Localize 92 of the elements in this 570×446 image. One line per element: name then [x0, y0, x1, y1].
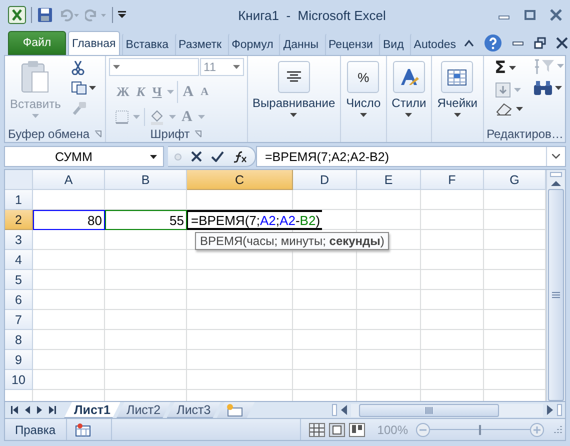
column-header[interactable]: G: [484, 170, 546, 190]
split-handle-icon[interactable]: [332, 404, 337, 416]
fill-bucket-icon[interactable]: [148, 109, 165, 125]
close-icon[interactable]: [550, 9, 562, 21]
zoom-slider[interactable]: [430, 424, 530, 434]
save-icon[interactable]: [37, 7, 53, 23]
copy-icon[interactable]: [70, 81, 87, 95]
close-icon[interactable]: [556, 36, 568, 48]
customize-menu-icon[interactable]: [118, 11, 126, 19]
autosum-button[interactable]: Σ: [494, 58, 506, 78]
caret-icon[interactable]: [405, 113, 412, 117]
cell-editor[interactable]: =ВРЕМЯ(7;A2;A2-B2): [187, 210, 322, 230]
binoculars-icon[interactable]: [532, 80, 552, 96]
row-header[interactable]: 7: [5, 310, 33, 330]
restore-icon[interactable]: [534, 36, 546, 48]
page-break-view-icon[interactable]: [349, 422, 366, 436]
align-button[interactable]: Выравнивание: [250, 59, 338, 119]
split-handle-icon[interactable]: [557, 404, 562, 416]
eraser-icon[interactable]: [494, 102, 512, 116]
scrollbar-thumb[interactable]: [548, 189, 564, 401]
table-cells-icon[interactable]: [447, 67, 468, 87]
fill-down-icon[interactable]: [494, 82, 510, 98]
record-macro-icon[interactable]: [74, 422, 91, 436]
group-label: Редактиров…: [486, 126, 564, 140]
page-layout-view-icon[interactable]: [329, 422, 346, 436]
column-header[interactable]: C: [187, 170, 293, 190]
sheet-tab[interactable]: Лист2: [116, 402, 171, 418]
expand-icon[interactable]: [552, 154, 560, 159]
row-header[interactable]: 9: [5, 350, 33, 370]
caret-icon[interactable]: [554, 86, 562, 90]
status-mode: Правка: [15, 422, 56, 436]
column-header[interactable]: B: [105, 170, 187, 190]
dot-handle-icon[interactable]: [174, 152, 182, 160]
scroll-up-icon[interactable]: [551, 180, 561, 186]
align-center-icon[interactable]: [286, 71, 301, 83]
insert-function-icon[interactable]: [233, 150, 247, 162]
group-label: Шрифт: [150, 127, 190, 141]
window-title: Книга1 - Microsoft Excel: [237, 8, 387, 22]
first-sheet-icon[interactable]: [11, 406, 18, 414]
previous-sheet-icon[interactable]: [25, 406, 30, 414]
group-label: Буфер обмена: [8, 126, 90, 140]
clipboard-icon[interactable]: [20, 60, 50, 94]
name-box[interactable]: СУММ: [4, 146, 164, 167]
styles-button[interactable]: Стили: [390, 59, 428, 119]
column-header[interactable]: E: [357, 170, 421, 190]
row-header[interactable]: 8: [5, 330, 33, 350]
row-header[interactable]: 3: [5, 230, 33, 250]
row-header[interactable]: 6: [5, 290, 33, 310]
row-header[interactable]: 4: [5, 250, 33, 270]
caret-icon[interactable]: [509, 66, 516, 70]
table-cell: 55: [105, 210, 187, 230]
ribbon-tab[interactable]: Главная: [68, 31, 120, 55]
sheet-tab[interactable]: Лист1: [64, 402, 120, 418]
borders-icon[interactable]: [114, 110, 129, 124]
brush-letter-icon[interactable]: [398, 67, 419, 87]
normal-view-icon[interactable]: [309, 422, 326, 436]
file-tab[interactable]: Файл: [8, 31, 66, 55]
row-header[interactable]: 1: [5, 190, 33, 210]
collapse-ribbon-icon[interactable]: [464, 38, 474, 46]
row-header[interactable]: 10: [5, 370, 33, 390]
sheet-tab[interactable]: Лист3: [166, 402, 221, 418]
help-icon[interactable]: [484, 34, 502, 52]
cancel-icon[interactable]: [191, 151, 202, 162]
number-button[interactable]: % Число: [344, 59, 383, 119]
enter-check-icon[interactable]: [211, 151, 224, 162]
scroll-left-icon[interactable]: [341, 405, 347, 415]
caret-icon[interactable]: [454, 113, 461, 117]
function-tooltip: ВРЕМЯ(часы; минуты; секунды): [195, 232, 390, 250]
caret-icon[interactable]: [290, 113, 298, 117]
scissors-icon[interactable]: [70, 61, 85, 75]
caret-icon[interactable]: [360, 113, 367, 117]
split-handle-icon[interactable]: [550, 172, 562, 177]
scroll-right-icon[interactable]: [547, 405, 553, 415]
caret-icon[interactable]: [516, 107, 522, 111]
table-cell: 80: [33, 210, 105, 230]
percent-icon: %: [358, 70, 370, 84]
scrollbar-thumb[interactable]: [359, 404, 499, 416]
excel-logo-icon[interactable]: [8, 6, 26, 24]
maximize-icon[interactable]: [524, 9, 536, 21]
caret-icon[interactable]: [88, 86, 96, 90]
row-header[interactable]: 5: [5, 270, 33, 290]
caret-icon[interactable]: [150, 154, 157, 158]
column-header[interactable]: F: [421, 170, 484, 190]
next-sheet-icon[interactable]: [37, 406, 42, 414]
column-header[interactable]: A: [33, 170, 105, 190]
resize-grip-icon[interactable]: [552, 424, 562, 434]
row-header[interactable]: 2: [5, 210, 33, 230]
insert-sheet-icon[interactable]: [224, 403, 243, 417]
last-sheet-icon[interactable]: [49, 406, 56, 414]
column-header[interactable]: D: [293, 170, 357, 190]
font-name-field[interactable]: [108, 58, 199, 76]
cells-button[interactable]: Ячейки: [435, 59, 480, 119]
